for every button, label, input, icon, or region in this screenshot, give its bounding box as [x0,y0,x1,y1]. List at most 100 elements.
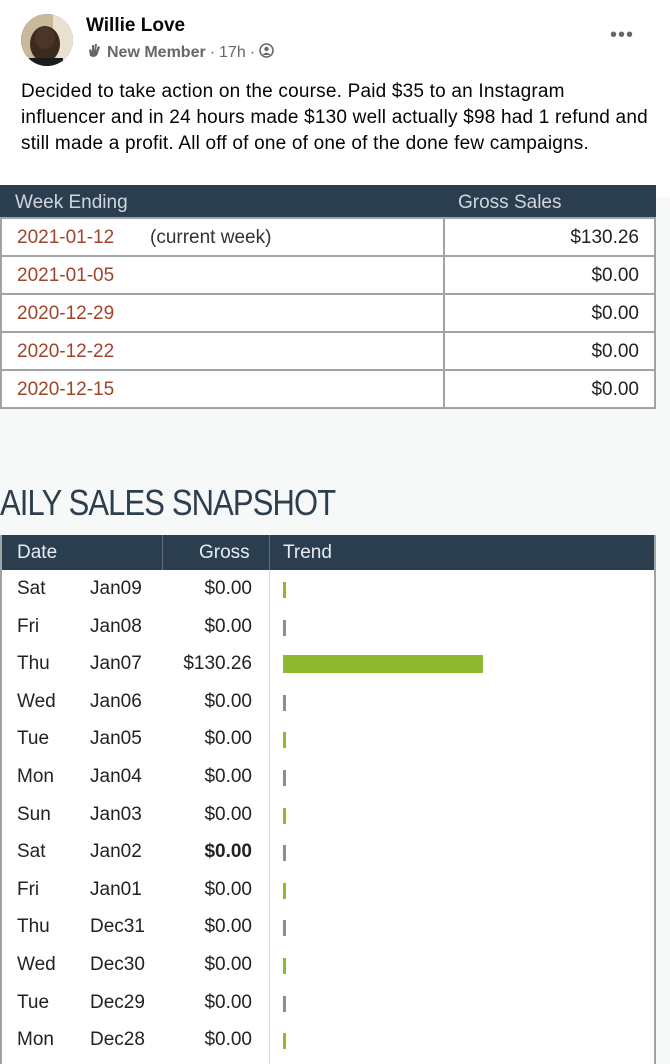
header-gross-sales: Gross Sales [458,192,562,213]
member-badge[interactable]: New Member [107,44,206,62]
daily-row: Mon Jan04 $0.00 [2,758,654,795]
daily-row: Tue Jan05 $0.00 [2,720,654,757]
week-value: $0.00 [591,303,639,324]
trend-bar [283,619,286,636]
day-of-week: Tue [17,991,50,1013]
daily-row: Sun Jan03 $0.00 [2,796,654,833]
day-of-week: Tue [17,728,50,750]
meta-separator: · [209,44,216,61]
day-date: Dec30 [90,954,145,975]
daily-snapshot-title: AILY SALES SNAPSHOT [0,482,336,523]
day-date: Jan08 [90,615,142,637]
weekly-table: 2021-01-12 (current week) $130.26 2021-01-… [0,217,656,409]
trend-bar [283,1033,286,1050]
day-of-week: Sun [17,803,51,825]
week-date[interactable]: 2021-01-05 [17,265,114,287]
post-text: Decided to take action on the course. Pa… [21,81,648,154]
week-date[interactable]: 2020-12-15 [17,379,114,401]
author-name[interactable]: Willie Love [86,15,185,37]
globe-group-icon [259,43,274,63]
day-gross: $0.00 [204,954,252,975]
table-row: 2020-12-22 $0.00 [2,333,654,371]
daily-row: Tue Dec29 $0.00 [2,984,654,1021]
week-date[interactable]: 2020-12-22 [17,341,114,363]
week-value: $130.26 [570,227,639,248]
week-value: $0.00 [591,341,639,362]
week-date[interactable]: 2020-12-29 [17,303,114,325]
week-date[interactable]: 2021-01-12 [17,227,114,249]
daily-row: Mon Dec28 $0.00 [2,1021,654,1058]
daily-table-header: Date Gross Trend [2,535,654,570]
day-of-week: Thu [17,653,50,675]
day-gross: $0.00 [204,690,252,712]
trend-bar [283,882,286,899]
daily-table: Date Gross Trend Sat Jan09 $0.00 Fri Jan08 $0… [0,535,656,1064]
table-row: 2020-12-15 $0.00 [2,371,654,409]
day-gross: $0.00 [204,615,252,637]
day-gross: $130.26 [183,653,252,675]
table-row: 2021-01-12 (current week) $130.26 [2,219,654,257]
daily-row: Wed Jan06 $0.00 [2,683,654,720]
day-date: Jan04 [90,766,142,787]
day-of-week: Sat [17,841,46,863]
header-date: Date [17,542,58,563]
day-date: Dec28 [90,1029,145,1051]
header-gross: Gross [199,542,250,563]
trend-bar [283,582,286,598]
day-of-week: Thu [17,916,50,938]
facebook-post: Willie Love New Member · 17h · ••• Decid… [0,0,670,197]
hand-wave-icon [86,42,103,64]
daily-row: Thu Jan07 $130.26 [2,645,654,682]
day-date: Jan01 [90,878,142,900]
day-of-week: Wed [17,690,56,712]
day-of-week: Fri [17,878,40,900]
day-gross: $0.00 [204,916,252,938]
weekly-table-header: Week Ending Gross Sales [0,185,656,217]
post-meta: New Member · 17h · [86,42,274,64]
day-date: Jan02 [90,841,142,863]
day-of-week: Mon [17,766,54,787]
trend-bar [283,958,286,974]
daily-row: Fri Jan01 $0.00 [2,871,654,908]
daily-row: Thu Dec31 $0.00 [2,908,654,945]
day-date: Jan07 [90,653,142,675]
day-of-week: Sat [17,578,46,599]
day-of-week: Wed [17,954,56,975]
day-date: Jan03 [90,803,142,825]
day-of-week: Fri [17,615,40,637]
week-note: (current week) [150,227,272,248]
day-gross: $0.00 [204,578,252,599]
daily-row: Sat Jan09 $0.00 [2,570,654,607]
trend-bar [283,732,286,749]
trend-bar [283,807,286,824]
avatar[interactable] [21,14,73,66]
trend-bar [283,694,286,711]
day-gross: $0.00 [204,878,252,900]
day-date: Jan09 [90,578,142,599]
day-of-week: Mon [17,1029,54,1051]
week-value: $0.00 [591,265,639,286]
day-date: Dec29 [90,991,145,1013]
meta-separator-2: · [249,44,256,61]
header-week-ending: Week Ending [15,192,128,213]
daily-row: Sat Jan02 $0.00 [2,833,654,870]
day-date: Jan06 [90,690,142,712]
post-time[interactable]: 17h [219,44,246,62]
daily-row: Fri Jan08 $0.00 [2,608,654,645]
trend-bar [283,845,286,862]
day-gross: $0.00 [204,991,252,1013]
day-gross: $0.00 [204,728,252,750]
daily-row: Wed Dec30 $0.00 [2,946,654,983]
header-trend: Trend [283,542,332,563]
table-row: 2020-12-29 $0.00 [2,295,654,333]
trend-bar [283,655,483,674]
more-options-button[interactable]: ••• [610,24,634,47]
day-gross: $0.00 [204,841,252,863]
trend-bar [283,995,286,1012]
day-gross: $0.00 [204,766,252,787]
table-row: 2021-01-05 $0.00 [2,257,654,295]
day-date: Jan05 [90,728,142,750]
trend-bar [283,920,286,937]
day-date: Dec31 [90,916,145,938]
sales-screenshot: Week Ending Gross Sales 2021-01-12 (curre… [0,185,670,1064]
